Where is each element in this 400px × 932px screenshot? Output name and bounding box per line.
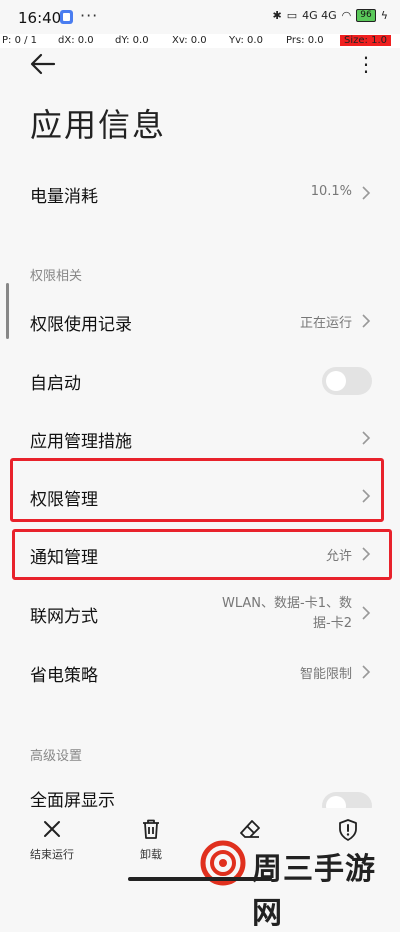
status-icons: ✱ ▭ 4G 4G ◠ 96 ϟ [272,9,388,22]
app-control-label: 应用管理措施 [30,432,132,452]
trash-icon [143,819,159,839]
chevron-right-icon [362,606,371,620]
debug-xv: Xv: 0.0 [172,35,207,46]
wifi-icon: ◠ [341,9,352,22]
network-label: 联网方式 [30,607,98,627]
more-notifications-icon: ··· [80,6,99,25]
battery-usage-label: 电量消耗 [30,187,98,207]
kebab-menu-icon: ⋮ [356,52,376,76]
pointer-debug-bar: P: 0 / 1 dX: 0.0 dY: 0.0 Xv: 0.0 Yv: 0.0… [0,34,400,48]
power-saving-row[interactable]: 省电策略 智能限制 [0,647,400,697]
debug-pointer: P: 0 / 1 [2,35,38,46]
uninstall-label: 卸载 [140,848,162,861]
signal-icon: 4G 4G [302,9,337,22]
notification-row[interactable]: 通知管理 允许 [0,529,400,579]
permission-usage-label: 权限使用记录 [30,315,132,335]
page-title: 应用信息 [30,106,167,144]
notification-value: 允许 [325,549,352,564]
debug-size: Size: 1.0 [340,35,391,46]
close-icon [44,821,60,837]
debug-prs: Prs: 0.0 [286,35,324,46]
debug-dy: dY: 0.0 [115,35,149,46]
network-value: WLAN、数据-卡1、数 据-卡2 [222,594,352,634]
eraser-icon [240,820,260,838]
advanced-section-header: 高级设置 [30,749,83,764]
toggle-knob [326,371,346,391]
permissions-section-header: 权限相关 [30,269,83,284]
status-bar: 16:40 ··· ✱ ▭ 4G 4G ◠ 96 ϟ [0,0,400,36]
charging-icon: ϟ [380,9,388,22]
power-saving-value: 智能限制 [299,667,352,682]
battery-usage-value: 10.1% [310,184,352,199]
permission-usage-row[interactable]: 权限使用记录 正在运行 [0,296,400,346]
home-indicator[interactable] [128,877,272,881]
chevron-right-icon [362,665,371,679]
chevron-right-icon [362,489,371,503]
network-value-line1: WLAN、数据-卡1、数 [222,596,352,611]
clock: 16:40 [18,9,62,27]
app-notification-icon [60,10,73,24]
battery-usage-row[interactable]: 电量消耗 10.1% [0,168,400,218]
chevron-right-icon [362,186,371,200]
permission-usage-value: 正在运行 [299,316,352,331]
network-row[interactable]: 联网方式 WLAN、数据-卡1、数 据-卡2 [0,588,400,640]
stop-running-label: 结束运行 [30,848,74,861]
app-control-row[interactable]: 应用管理措施 [0,413,400,463]
back-arrow-icon [30,53,56,75]
laptop-icon: ▭ [286,9,298,22]
permission-manage-row[interactable]: 权限管理 [0,471,400,521]
network-value-line2: 据-卡2 [313,616,352,631]
autostart-label: 自启动 [30,374,81,394]
power-saving-label: 省电策略 [30,666,98,686]
bluetooth-icon: ✱ [272,9,282,22]
autostart-toggle[interactable] [322,367,372,395]
chevron-right-icon [362,314,371,328]
notification-label: 通知管理 [30,548,98,568]
more-options-button[interactable]: ⋮ [356,53,376,77]
chevron-right-icon [362,431,371,445]
debug-yv: Yv: 0.0 [229,35,263,46]
uninstall-button[interactable]: 卸载 [111,818,191,862]
autostart-row: 自启动 [0,355,400,405]
stop-running-button[interactable]: 结束运行 [12,818,92,862]
permission-manage-label: 权限管理 [30,490,98,510]
debug-dx: dX: 0.0 [58,35,94,46]
chevron-right-icon [362,547,371,561]
battery-icon: 96 [356,9,376,22]
back-button[interactable] [30,52,56,76]
watermark-text: 周三手游网 [252,852,376,931]
